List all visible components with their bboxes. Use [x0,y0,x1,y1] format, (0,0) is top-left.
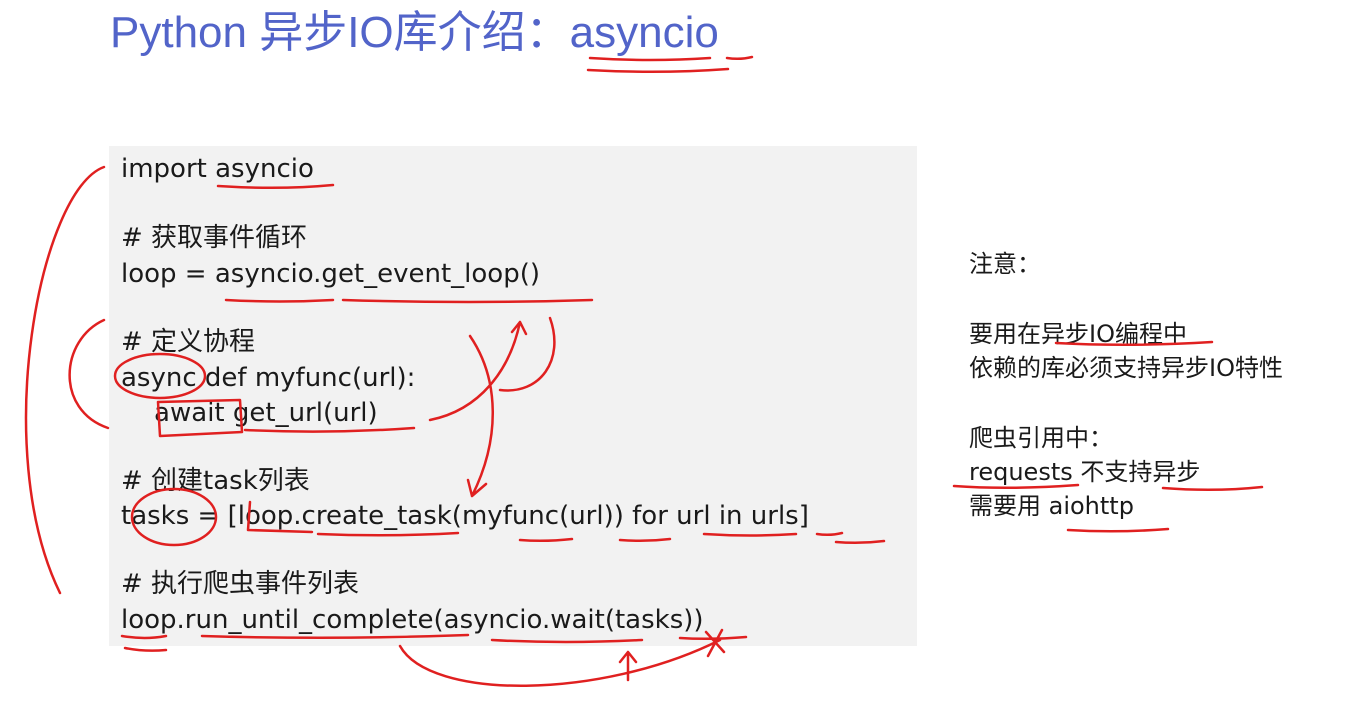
code-comment-create-tasks: # 创建task列表 [121,466,310,496]
code-comment-define-coroutine: # 定义协程 [121,327,256,357]
notes-subheading: 爬虫引用中： [969,424,1113,452]
left-paren-stroke [68,318,110,430]
notes-line-aiohttp: 需要用 aiohttp [969,492,1134,520]
underline-aiohttp [1066,527,1170,533]
code-line-tasks: tasks = [loop.create_task(myfunc(url)) f… [121,501,809,531]
notes-line-requests: requests 不支持异步 [969,458,1201,486]
left-bracket-stroke [24,165,106,595]
code-line-await: await get_url(url) [121,398,378,428]
code-comment-get-loop: # 获取事件循环 [121,223,308,253]
code-line-run-until-complete: loop.run_until_complete(asyncio.wait(tas… [121,605,704,635]
slide-title: Python 异步IO库介绍：asyncio [110,8,719,57]
code-line-loop: loop = asyncio.get_event_loop() [121,259,541,289]
notes-line-async-io: 要用在异步IO编程中 [969,320,1187,348]
notes-heading: 注意： [969,250,1041,278]
notes-line-library-support: 依赖的库必须支持异步IO特性 [969,354,1283,382]
code-line-import: import asyncio [121,154,314,184]
code-comment-run-events: # 执行爬虫事件列表 [121,569,360,599]
bottom-up-arrow [618,650,638,682]
code-line-async-def: async def myfunc(url): [121,363,416,393]
